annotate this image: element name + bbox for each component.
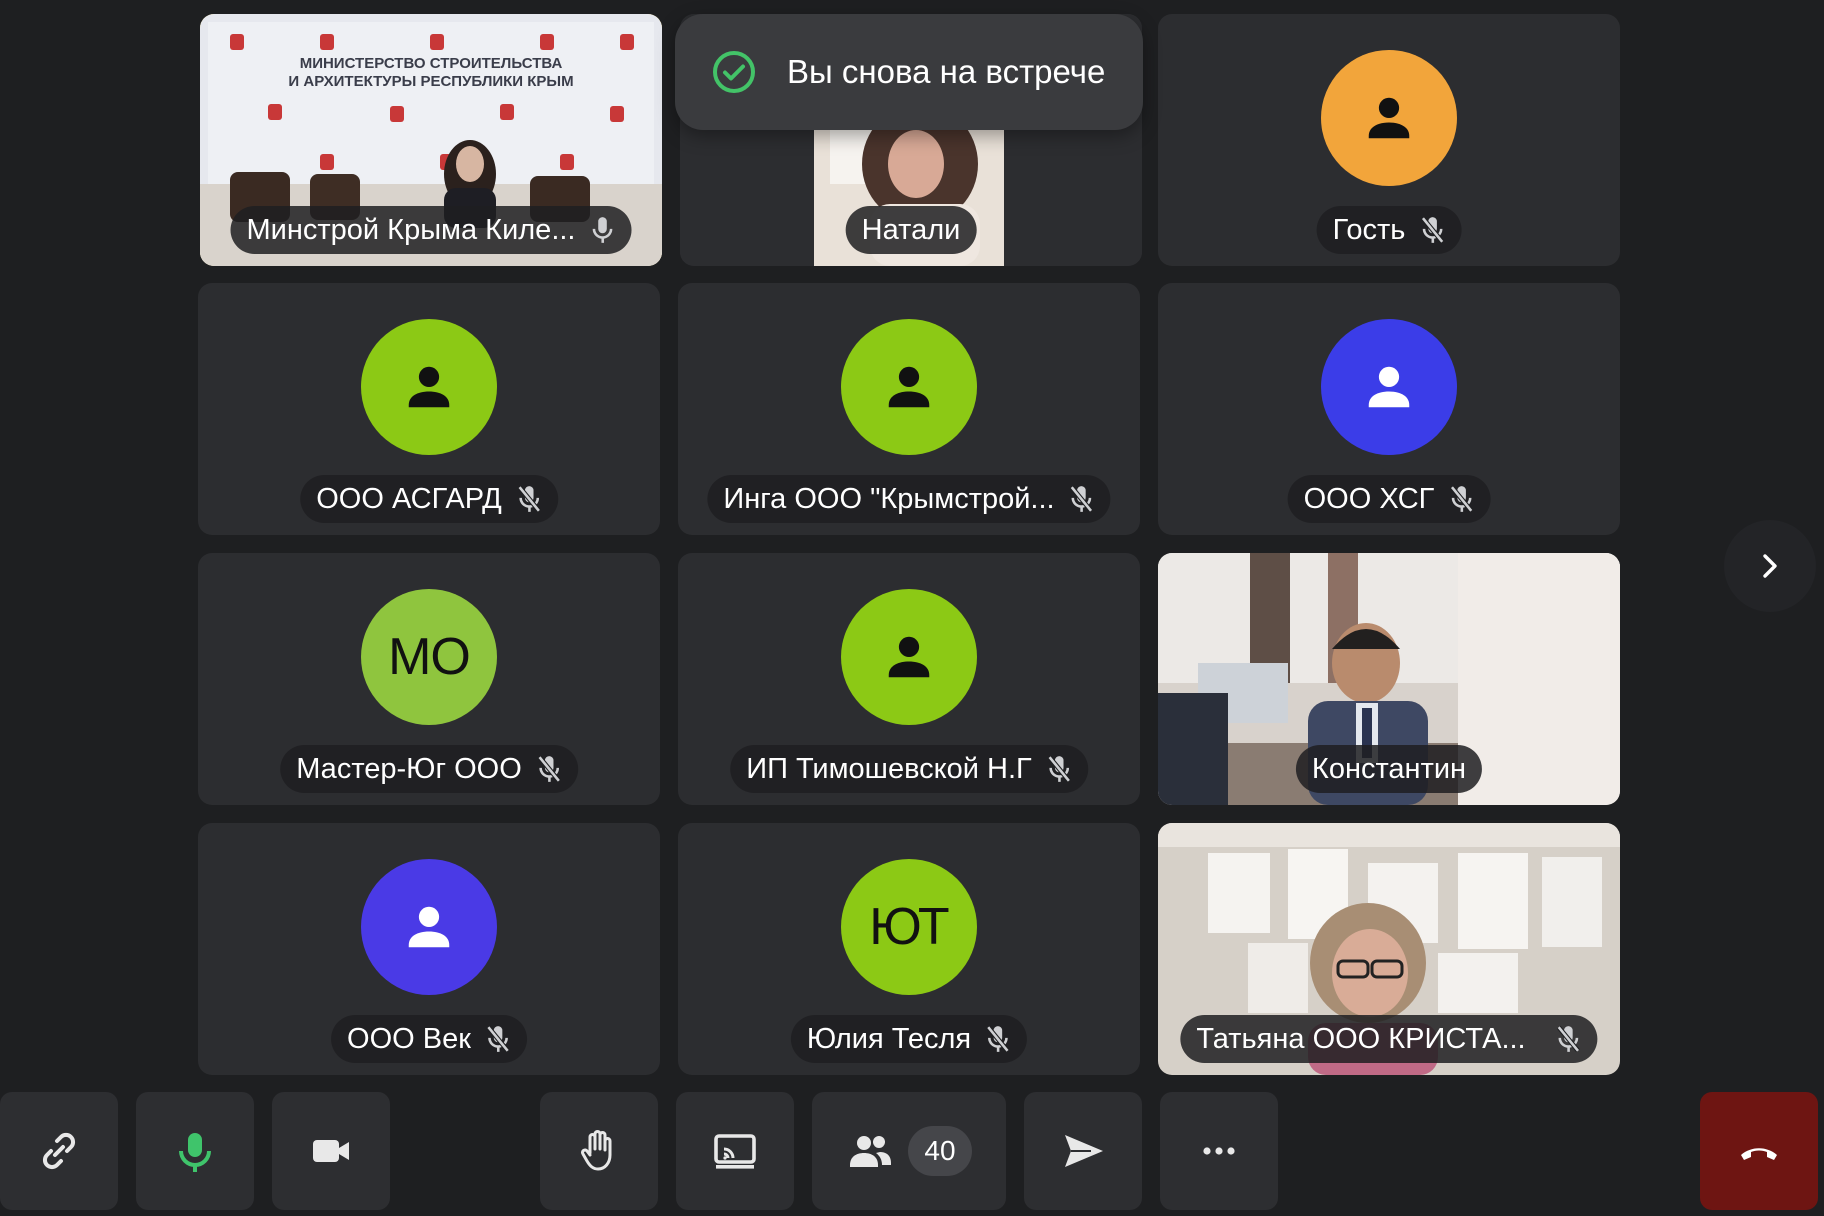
microphone-muted-icon [1069, 484, 1095, 514]
screen-share-button[interactable] [676, 1092, 794, 1210]
participant-name: Инга ООО "Крымстрой... [723, 482, 1055, 515]
send-reaction-button[interactable] [1024, 1092, 1142, 1210]
user-icon [1368, 97, 1410, 139]
microphone-muted-icon [536, 754, 562, 784]
participant-tile-6[interactable]: ООО ХСГ [1158, 283, 1620, 535]
microphone-icon [589, 215, 615, 245]
participant-name-pill: Натали [845, 206, 977, 254]
check-circle-icon [713, 51, 755, 93]
microphone-muted-icon [1419, 215, 1445, 245]
user-icon [408, 906, 450, 948]
participants-count-badge: 40 [908, 1126, 972, 1176]
more-icon [1203, 1147, 1235, 1155]
participant-tile-4[interactable]: ООО АСГАРД [198, 283, 660, 535]
participant-name-pill: ИП Тимошевской Н.Г [730, 745, 1088, 793]
participant-name-pill: ООО ХСГ [1287, 475, 1491, 523]
avatar [841, 319, 977, 455]
microphone-icon [179, 1133, 211, 1172]
participants-icon [850, 1136, 891, 1167]
participant-name: ООО АСГАРД [316, 482, 502, 515]
microphone-muted-icon [516, 484, 542, 514]
raise-hand-button[interactable] [540, 1092, 658, 1210]
user-icon [888, 636, 930, 678]
camera-button[interactable] [272, 1092, 390, 1210]
camera-icon [313, 1140, 349, 1162]
avatar: МО [361, 589, 497, 725]
participant-name: Татьяна ООО КРИСТА... [1196, 1022, 1526, 1055]
participant-name-pill: Константин [1295, 745, 1483, 793]
participant-name-pill: Татьяна ООО КРИСТА... [1180, 1015, 1598, 1063]
avatar [1321, 50, 1457, 186]
participant-name: Константин [1311, 752, 1467, 785]
user-icon [888, 366, 930, 408]
participant-name: Мастер-Юг ООО [296, 752, 522, 785]
microphone-muted-icon [985, 1024, 1011, 1054]
participant-tile-3[interactable]: Гость [1158, 14, 1620, 266]
microphone-muted-icon [1556, 1024, 1582, 1054]
avatar [361, 859, 497, 995]
participants-button[interactable]: 40 [812, 1092, 1006, 1210]
link-icon [42, 1132, 76, 1170]
user-icon [408, 366, 450, 408]
participant-name-pill: Мастер-Юг ООО [280, 745, 578, 793]
participant-name: Гость [1332, 213, 1406, 246]
participant-name-pill: Юлия Тесля [790, 1015, 1028, 1063]
participant-name: ООО ХСГ [1303, 482, 1435, 515]
rejoin-toast: Вы снова на встрече [675, 14, 1143, 130]
end-call-icon [1741, 1148, 1777, 1160]
participant-name-pill: ООО АСГАРД [300, 475, 558, 523]
participant-tile-1[interactable]: МИНИСТЕРСТВО СТРОИТЕЛЬСТВА И АРХИТЕКТУРЫ… [200, 14, 662, 266]
avatar [1321, 319, 1457, 455]
microphone-muted-icon [1046, 754, 1072, 784]
participant-name-pill: Гость [1316, 206, 1462, 254]
avatar [361, 319, 497, 455]
meeting-page: МИНИСТЕРСТВО СТРОИТЕЛЬСТВА И АРХИТЕКТУРЫ… [0, 0, 1824, 1216]
avatar: ЮТ [841, 859, 977, 995]
toast-message: Вы снова на встрече [787, 53, 1106, 90]
svg-text:И АРХИТЕКТУРЫ РЕСПУБЛИКИ КРЫМ: И АРХИТЕКТУРЫ РЕСПУБЛИКИ КРЫМ [288, 73, 573, 90]
participant-name: Юлия Тесля [806, 1022, 972, 1055]
copy-link-button[interactable] [0, 1092, 118, 1210]
more-options-button[interactable] [1160, 1092, 1278, 1210]
participant-name: Минстрой Крыма Киле... [246, 213, 576, 246]
participant-tile-5[interactable]: Инга ООО "Крымстрой... [678, 283, 1140, 535]
send-icon [1065, 1135, 1103, 1167]
participant-tile-10[interactable]: ООО Век [198, 823, 660, 1075]
microphone-button[interactable] [136, 1092, 254, 1210]
raise-hand-icon [581, 1130, 612, 1171]
participant-name: ООО Век [347, 1022, 471, 1055]
avatar-initials: ЮТ [869, 898, 949, 956]
microphone-muted-icon [1448, 484, 1474, 514]
screen-share-icon [714, 1134, 756, 1169]
avatar-initials: МО [388, 628, 471, 686]
participant-tile-9[interactable]: Константин [1158, 553, 1620, 805]
next-page-button[interactable] [1724, 520, 1816, 612]
avatar [841, 589, 977, 725]
user-icon [1368, 366, 1410, 408]
participant-tile-11[interactable]: ЮТ Юлия Тесля [678, 823, 1140, 1075]
participant-name-pill: Инга ООО "Крымстрой... [707, 475, 1111, 523]
participant-name: Натали [861, 213, 961, 246]
chevron-right-icon [1763, 554, 1777, 578]
participant-name-pill: ООО Век [331, 1015, 527, 1063]
svg-text:МИНИСТЕРСТВО СТРОИТЕЛЬСТВА: МИНИСТЕРСТВО СТРОИТЕЛЬСТВА [300, 55, 563, 72]
microphone-muted-icon [485, 1024, 511, 1054]
participant-name: ИП Тимошевской Н.Г [746, 752, 1032, 785]
participant-tile-8[interactable]: ИП Тимошевской Н.Г [678, 553, 1140, 805]
participant-tile-12[interactable]: Татьяна ООО КРИСТА... [1158, 823, 1620, 1075]
end-call-button[interactable] [1700, 1092, 1818, 1210]
participant-tile-7[interactable]: МО Мастер-Юг ООО [198, 553, 660, 805]
participant-name-pill: Минстрой Крыма Киле... [230, 206, 632, 254]
